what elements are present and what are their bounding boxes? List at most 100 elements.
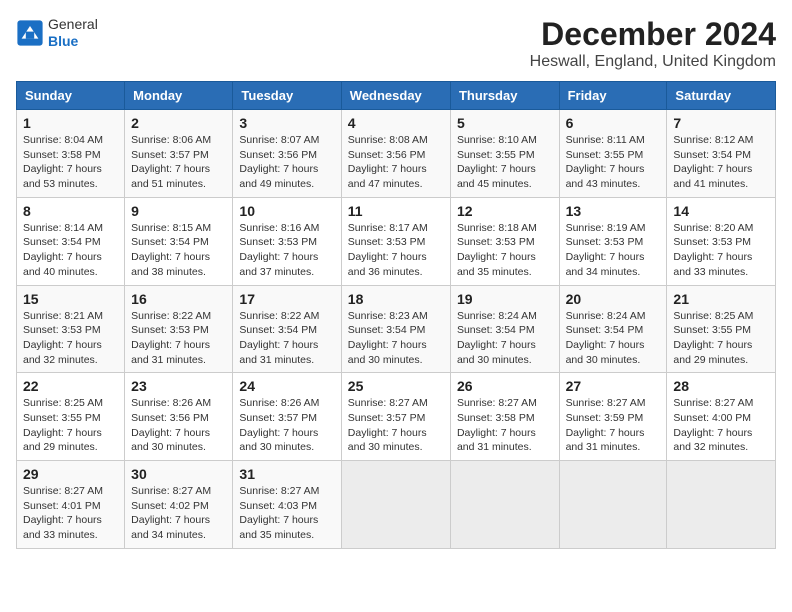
day-number: 25 [348, 378, 444, 394]
day-number: 23 [131, 378, 226, 394]
calendar-table: SundayMondayTuesdayWednesdayThursdayFrid… [16, 81, 776, 549]
calendar-cell: 11Sunrise: 8:17 AMSunset: 3:53 PMDayligh… [341, 197, 450, 285]
day-number: 26 [457, 378, 553, 394]
day-number: 17 [239, 291, 334, 307]
day-info: Sunrise: 8:25 AMSunset: 3:55 PMDaylight:… [23, 396, 118, 455]
day-number: 19 [457, 291, 553, 307]
calendar-cell: 24 Sunrise: 8:26 AMSunset: 3:57 PMDayligh… [233, 373, 341, 461]
day-info: Sunrise: 8:27 AMSunset: 4:01 PMDaylight:… [23, 484, 118, 543]
header-thursday: Thursday [450, 82, 559, 110]
day-number: 27 [566, 378, 661, 394]
day-number: 16 [131, 291, 226, 307]
day-info: Sunrise: 8:24 AMSunset: 3:54 PMDaylight:… [457, 309, 553, 368]
day-number: 12 [457, 203, 553, 219]
calendar-cell: 4Sunrise: 8:08 AMSunset: 3:56 PMDaylight… [341, 110, 450, 198]
day-number: 10 [239, 203, 334, 219]
day-info: Sunrise: 8:27 AMSunset: 4:03 PMDaylight:… [239, 484, 334, 543]
day-number: 2 [131, 115, 226, 131]
calendar-cell: 14 Sunrise: 8:20 AMSunset: 3:53 PMDayligh… [667, 197, 776, 285]
day-number: 20 [566, 291, 661, 307]
day-number: 24 [239, 378, 334, 394]
calendar-cell: 29 Sunrise: 8:27 AMSunset: 4:01 PMDayligh… [17, 461, 125, 549]
day-info: Sunrise: 8:21 AMSunset: 3:53 PMDaylight:… [23, 309, 118, 368]
header-saturday: Saturday [667, 82, 776, 110]
day-info: Sunrise: 8:23 AMSunset: 3:54 PMDaylight:… [348, 309, 444, 368]
subtitle: Heswall, England, United Kingdom [530, 53, 776, 71]
day-info: Sunrise: 8:06 AMSunset: 3:57 PMDaylight:… [131, 133, 226, 192]
calendar-cell: 1 Sunrise: 8:04 AMSunset: 3:58 PMDaylight… [17, 110, 125, 198]
calendar-cell: 2 Sunrise: 8:06 AMSunset: 3:57 PMDaylight… [125, 110, 233, 198]
calendar-cell: 18 Sunrise: 8:23 AMSunset: 3:54 PMDayligh… [341, 285, 450, 373]
day-number: 3 [239, 115, 334, 131]
day-info: Sunrise: 8:26 AMSunset: 3:56 PMDaylight:… [131, 396, 226, 455]
day-number: 4 [348, 115, 444, 131]
header-friday: Friday [559, 82, 667, 110]
day-number: 14 [673, 203, 769, 219]
day-number: 21 [673, 291, 769, 307]
calendar-cell: 7 Sunrise: 8:12 AMSunset: 3:54 PMDaylight… [667, 110, 776, 198]
logo: General Blue [16, 16, 98, 50]
day-number: 15 [23, 291, 118, 307]
header-row: SundayMondayTuesdayWednesdayThursdayFrid… [17, 82, 776, 110]
logo-text: General Blue [48, 16, 98, 50]
day-number: 22 [23, 378, 118, 394]
day-info: Sunrise: 8:18 AMSunset: 3:53 PMDaylight:… [457, 221, 553, 280]
calendar-cell: 30Sunrise: 8:27 AMSunset: 4:02 PMDayligh… [125, 461, 233, 549]
day-number: 6 [566, 115, 661, 131]
calendar-header: SundayMondayTuesdayWednesdayThursdayFrid… [17, 82, 776, 110]
calendar-cell: 31 Sunrise: 8:27 AMSunset: 4:03 PMDayligh… [233, 461, 341, 549]
calendar-cell: 16 Sunrise: 8:22 AMSunset: 3:53 PMDayligh… [125, 285, 233, 373]
calendar-cell: 8Sunrise: 8:14 AMSunset: 3:54 PMDaylight… [17, 197, 125, 285]
day-info: Sunrise: 8:14 AMSunset: 3:54 PMDaylight:… [23, 221, 118, 280]
day-info: Sunrise: 8:24 AMSunset: 3:54 PMDaylight:… [566, 309, 661, 368]
week-row-2: 8Sunrise: 8:14 AMSunset: 3:54 PMDaylight… [17, 197, 776, 285]
day-info: Sunrise: 8:27 AMSunset: 3:58 PMDaylight:… [457, 396, 553, 455]
day-info: Sunrise: 8:04 AMSunset: 3:58 PMDaylight:… [23, 133, 118, 192]
calendar-cell: 13Sunrise: 8:19 AMSunset: 3:53 PMDayligh… [559, 197, 667, 285]
day-info: Sunrise: 8:25 AMSunset: 3:55 PMDaylight:… [673, 309, 769, 368]
day-number: 1 [23, 115, 118, 131]
week-row-3: 15 Sunrise: 8:21 AMSunset: 3:53 PMDayligh… [17, 285, 776, 373]
calendar-cell: 3 Sunrise: 8:07 AMSunset: 3:56 PMDaylight… [233, 110, 341, 198]
day-number: 29 [23, 466, 118, 482]
day-info: Sunrise: 8:27 AMSunset: 3:59 PMDaylight:… [566, 396, 661, 455]
calendar-cell: 12 Sunrise: 8:18 AMSunset: 3:53 PMDayligh… [450, 197, 559, 285]
day-info: Sunrise: 8:17 AMSunset: 3:53 PMDaylight:… [348, 221, 444, 280]
calendar-cell: 25Sunrise: 8:27 AMSunset: 3:57 PMDayligh… [341, 373, 450, 461]
header-wednesday: Wednesday [341, 82, 450, 110]
calendar-cell: 10 Sunrise: 8:16 AMSunset: 3:53 PMDayligh… [233, 197, 341, 285]
calendar-cell: 22 Sunrise: 8:25 AMSunset: 3:55 PMDayligh… [17, 373, 125, 461]
week-row-1: 1 Sunrise: 8:04 AMSunset: 3:58 PMDaylight… [17, 110, 776, 198]
day-number: 7 [673, 115, 769, 131]
calendar-cell: 27 Sunrise: 8:27 AMSunset: 3:59 PMDayligh… [559, 373, 667, 461]
day-info: Sunrise: 8:20 AMSunset: 3:53 PMDaylight:… [673, 221, 769, 280]
calendar-cell [341, 461, 450, 549]
calendar-cell: 28 Sunrise: 8:27 AMSunset: 4:00 PMDayligh… [667, 373, 776, 461]
calendar-cell: 15 Sunrise: 8:21 AMSunset: 3:53 PMDayligh… [17, 285, 125, 373]
calendar-cell: 19 Sunrise: 8:24 AMSunset: 3:54 PMDayligh… [450, 285, 559, 373]
day-info: Sunrise: 8:11 AMSunset: 3:55 PMDaylight:… [566, 133, 661, 192]
logo-general: General [48, 16, 98, 33]
day-info: Sunrise: 8:27 AMSunset: 4:00 PMDaylight:… [673, 396, 769, 455]
header-tuesday: Tuesday [233, 82, 341, 110]
day-number: 28 [673, 378, 769, 394]
calendar-cell: 23 Sunrise: 8:26 AMSunset: 3:56 PMDayligh… [125, 373, 233, 461]
day-number: 9 [131, 203, 226, 219]
day-info: Sunrise: 8:22 AMSunset: 3:54 PMDaylight:… [239, 309, 334, 368]
calendar-cell [559, 461, 667, 549]
day-info: Sunrise: 8:16 AMSunset: 3:53 PMDaylight:… [239, 221, 334, 280]
day-number: 18 [348, 291, 444, 307]
logo-icon [16, 19, 44, 47]
calendar-cell: 20 Sunrise: 8:24 AMSunset: 3:54 PMDayligh… [559, 285, 667, 373]
day-info: Sunrise: 8:07 AMSunset: 3:56 PMDaylight:… [239, 133, 334, 192]
calendar-cell: 17 Sunrise: 8:22 AMSunset: 3:54 PMDayligh… [233, 285, 341, 373]
day-info: Sunrise: 8:22 AMSunset: 3:53 PMDaylight:… [131, 309, 226, 368]
day-number: 31 [239, 466, 334, 482]
day-info: Sunrise: 8:27 AMSunset: 4:02 PMDaylight:… [131, 484, 226, 543]
day-info: Sunrise: 8:10 AMSunset: 3:55 PMDaylight:… [457, 133, 553, 192]
day-info: Sunrise: 8:15 AMSunset: 3:54 PMDaylight:… [131, 221, 226, 280]
day-info: Sunrise: 8:12 AMSunset: 3:54 PMDaylight:… [673, 133, 769, 192]
day-info: Sunrise: 8:26 AMSunset: 3:57 PMDaylight:… [239, 396, 334, 455]
logo-blue: Blue [48, 33, 98, 50]
header-monday: Monday [125, 82, 233, 110]
